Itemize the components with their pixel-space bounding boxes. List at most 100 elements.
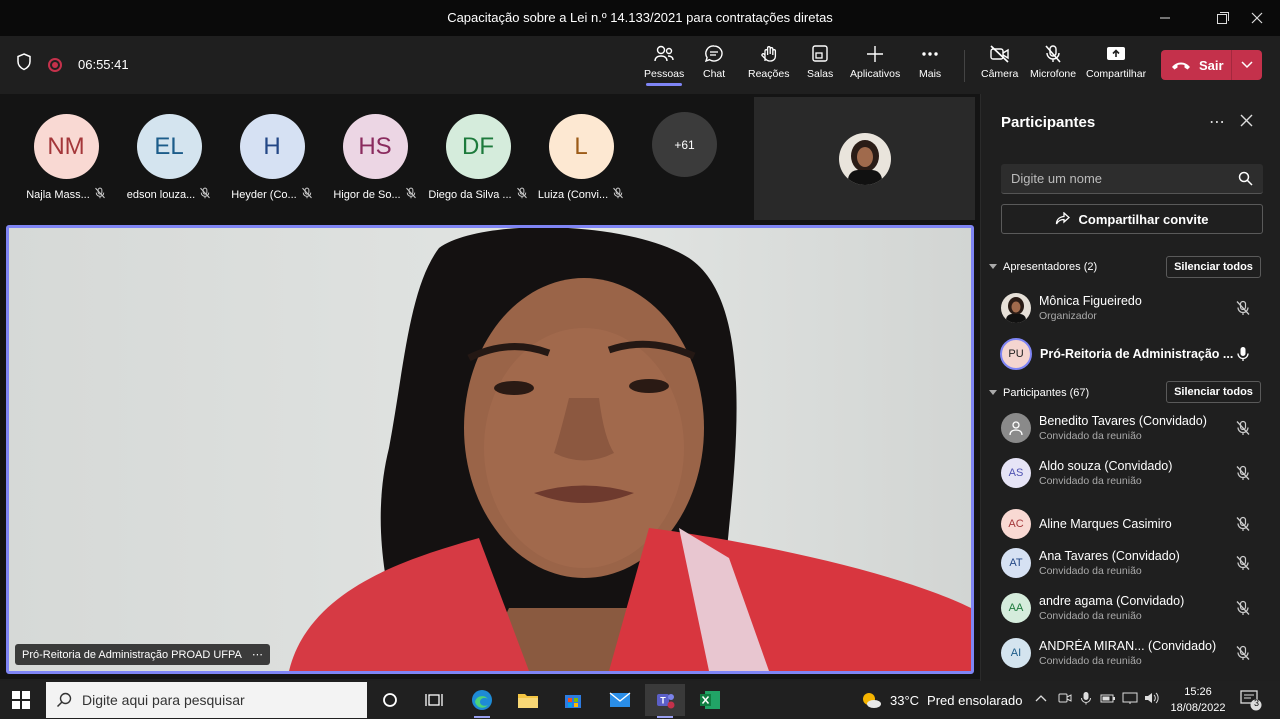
excel-icon [700, 691, 720, 709]
more-icon [922, 52, 938, 56]
participant-tile-name: Luiza (Convi... [537, 188, 609, 201]
panel-close-icon[interactable] [1240, 114, 1253, 132]
folder-icon [518, 694, 538, 708]
camera-button[interactable]: Câmera [981, 44, 1018, 80]
participant-tile[interactable]: EL edson louza... [123, 114, 215, 202]
main-video-feed[interactable]: Pró-Reitoria de Administração PROAD UFPA… [6, 225, 974, 674]
start-button[interactable] [12, 691, 30, 714]
search-icon[interactable] [1238, 171, 1253, 191]
task-view-button[interactable] [414, 684, 454, 716]
participant-avatar: HS [342, 114, 408, 179]
participant-row[interactable]: AT Ana Tavares (Convidado) Convidado da re… [1001, 543, 1271, 583]
apps-button[interactable]: Aplicativos [850, 44, 900, 80]
participant-tile-name: Diego da Silva ... [428, 188, 512, 201]
participants-section-header[interactable]: Participantes (67) [989, 387, 1089, 399]
taskbar-clock[interactable]: 15:26 18/08/2022 [1168, 684, 1228, 716]
edge-taskbar-button[interactable] [462, 684, 502, 718]
windows-taskbar: Digite aqui para pesquisar T 33°C Pred e… [0, 681, 1280, 719]
people-button[interactable]: Pessoas [644, 44, 684, 86]
leave-button[interactable]: Sair [1161, 50, 1262, 80]
shield-icon[interactable] [14, 52, 34, 77]
presenter-row[interactable]: Mônica Figueiredo Organizador [1001, 288, 1271, 328]
presenters-section-header[interactable]: Apresentadores (2) [989, 261, 1097, 273]
mic-off-icon [1045, 45, 1061, 63]
toolbar-divider [964, 50, 965, 82]
mic-off-icon [1235, 420, 1251, 441]
mic-off-icon [1235, 645, 1251, 666]
self-view-tile[interactable] [754, 97, 975, 220]
mute-all-presenters-button[interactable]: Silenciar todos [1166, 256, 1261, 278]
reactions-button[interactable]: Reações [748, 44, 789, 80]
minimize-button[interactable] [1142, 0, 1188, 36]
panel-title: Participantes [1001, 114, 1096, 131]
leave-options-chevron-down-icon[interactable] [1232, 61, 1262, 69]
chevron-up-icon[interactable] [1035, 691, 1047, 705]
sun-cloud-icon [863, 693, 881, 708]
mic-off-icon [1235, 465, 1251, 486]
weather-widget[interactable]: 33°C Pred ensolarado [860, 690, 1022, 710]
participant-tile[interactable]: NM Najla Mass... [20, 114, 112, 202]
mic-on-icon [1235, 346, 1251, 367]
participant-name: ANDRÉA MIRAN... (Convidado) [1039, 639, 1217, 653]
cortana-icon [383, 693, 397, 707]
participant-name: Aldo souza (Convidado) [1039, 459, 1173, 473]
mute-all-participants-button[interactable]: Silenciar todos [1166, 381, 1261, 403]
mic-off-icon [94, 187, 106, 202]
participant-tile[interactable]: HS Higor de So... [329, 114, 421, 202]
participant-row[interactable]: AA andre agama (Convidado) Convidado da re… [1001, 588, 1271, 628]
presenter-row[interactable]: PU Pró-Reitoria de Administração ... [1000, 334, 1271, 374]
close-window-button[interactable] [1234, 0, 1280, 36]
participant-tile[interactable]: DF Diego da Silva ... [428, 114, 527, 202]
participant-row[interactable]: AC Aline Marques Casimiro [1001, 504, 1271, 544]
meet-now-icon[interactable] [1058, 691, 1072, 708]
participant-avatar: AS [1001, 458, 1031, 488]
file-explorer-button[interactable] [508, 684, 548, 716]
more-button[interactable]: Mais [919, 44, 941, 80]
participant-avatar: AT [1001, 548, 1031, 578]
participant-search-input[interactable] [1001, 164, 1221, 192]
task-view-icon [425, 694, 443, 706]
microphone-button[interactable]: Microfone [1030, 44, 1076, 80]
taskbar-search-box[interactable]: Digite aqui para pesquisar [46, 682, 367, 718]
mic-off-icon [1235, 300, 1251, 321]
store-button[interactable] [553, 684, 593, 716]
rooms-button[interactable]: Salas [807, 44, 833, 80]
hand-icon [761, 46, 776, 62]
participant-row[interactable]: AI ANDRÉA MIRAN... (Convidado) Convidado d… [1001, 633, 1271, 673]
microphone-tray-icon[interactable] [1080, 691, 1092, 708]
participant-row[interactable]: Benedito Tavares (Convidado) Convidado da… [1001, 408, 1271, 448]
panel-more-icon[interactable]: ⋯ [1209, 112, 1225, 132]
more-participants-button[interactable]: +61 [652, 112, 717, 177]
excel-button[interactable] [690, 684, 730, 716]
notifications-button[interactable]: 3 [1240, 689, 1262, 714]
participant-role: Convidado da reunião [1039, 610, 1142, 622]
windows-logo-icon [12, 691, 30, 709]
participant-tile[interactable]: H Heyder (Co... [226, 114, 318, 202]
participant-avatar: AI [1001, 638, 1031, 668]
store-icon [565, 695, 581, 708]
people-icon [654, 45, 674, 62]
battery-icon[interactable] [1100, 691, 1116, 708]
presenter-name: Mônica Figueiredo [1039, 294, 1142, 308]
participant-avatar: AA [1001, 593, 1031, 623]
meeting-stage: NM Najla Mass... EL edson louza... H Heyder (… [0, 94, 980, 679]
svg-text:T: T [660, 696, 666, 706]
participant-tile[interactable]: L Luiza (Convi... [535, 114, 627, 202]
chat-button[interactable]: Chat [703, 44, 725, 80]
clock-time: 15:26 [1184, 686, 1212, 698]
clock-date: 18/08/2022 [1170, 702, 1226, 714]
network-icon[interactable] [1122, 691, 1138, 708]
more-options-icon[interactable]: ⋯ [252, 648, 263, 661]
participant-avatar: L [548, 114, 614, 179]
share-invite-button[interactable]: Compartilhar convite [1001, 204, 1263, 234]
mail-button[interactable] [600, 684, 640, 716]
participant-row[interactable]: AS Aldo souza (Convidado) Convidado da reu… [1001, 453, 1271, 493]
cortana-button[interactable] [370, 684, 410, 716]
participant-search-field[interactable] [1001, 164, 1263, 194]
share-icon [1107, 47, 1126, 60]
teams-taskbar-button[interactable]: T [645, 684, 685, 718]
volume-icon[interactable] [1144, 691, 1160, 708]
share-screen-button[interactable]: Compartilhar [1086, 44, 1146, 80]
participant-role: Convidado da reunião [1039, 565, 1142, 577]
rooms-icon [812, 45, 828, 62]
